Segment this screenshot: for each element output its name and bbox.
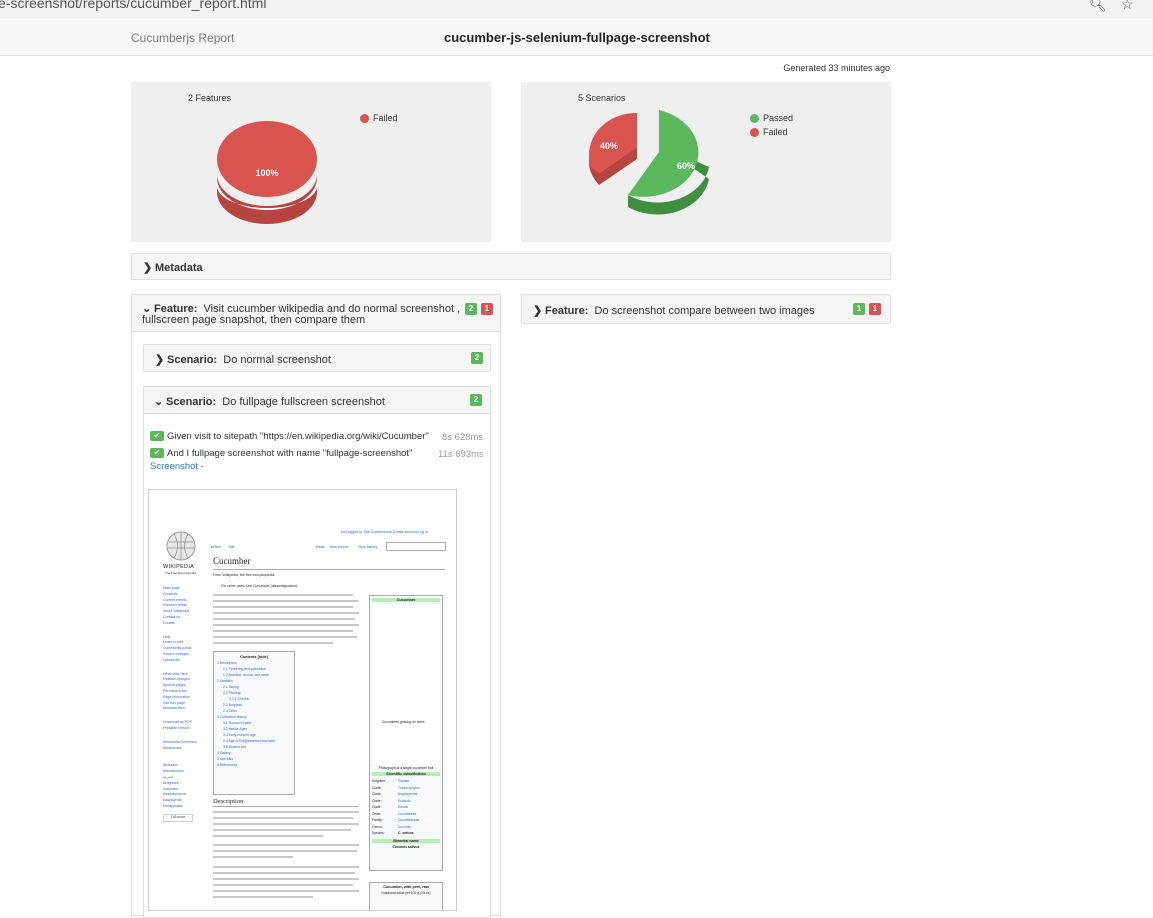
wiki-nav-list[interactable]: Main page Contents Current events Random ar… xyxy=(163,586,197,810)
step-row: ✔ Given visit to sitepath "https://en.wik… xyxy=(150,431,429,442)
passed-count-badge: 1 xyxy=(853,303,865,315)
wiki-action-read[interactable]: Read xyxy=(316,545,325,549)
cucumber-photo: Cucumbers growing on vines xyxy=(372,604,440,764)
fullpage-screenshot-image[interactable]: WIKIPEDIA The Free Encyclopedia Not logg… xyxy=(148,489,457,911)
step-duration: 8s 628ms xyxy=(442,432,484,443)
failed-dot-icon xyxy=(750,127,759,137)
features-pie-chart: 100% xyxy=(217,121,317,224)
wiki-infobox: Cucumber Cucumbers growing on vines Phot… xyxy=(369,595,443,871)
features-legend: Failed xyxy=(360,111,398,125)
scenarios-legend: Passed Failed xyxy=(750,111,793,139)
scenarios-pie-chart: 60% 40% xyxy=(589,110,709,215)
wiki-tab-article[interactable]: Article xyxy=(211,545,221,549)
metadata-toggle[interactable]: ❯ Metadata xyxy=(131,253,891,280)
wiki-toc: Contents [hide] 1 Description 1.1 Floweri… xyxy=(213,651,295,795)
project-title: cucumber-js-selenium-fullpage-screenshot xyxy=(444,30,710,45)
wiki-tab-talk[interactable]: Talk xyxy=(228,545,234,549)
feature-name: Do screenshot compare between two images xyxy=(594,305,815,317)
features-chart-panel: 2 Features Failed 100% xyxy=(131,82,491,242)
features-chart-title: 2 Features xyxy=(188,93,232,103)
failed-count-badge: 1 xyxy=(869,303,881,315)
scenarios-chart-title: 5 Scenarios xyxy=(578,93,626,103)
step-row: ✔ And I fullpage screenshot with name "fu… xyxy=(150,448,412,459)
wiki-more-languages-button[interactable]: 145 more xyxy=(163,813,193,822)
passed-count-badge: 2 xyxy=(470,394,482,406)
wiki-nutrition-box: Cucumber, with peel, raw Nutritional val… xyxy=(369,882,443,910)
wiki-action-history[interactable]: View history xyxy=(358,545,377,549)
chevron-right-icon: ❯ xyxy=(155,354,165,366)
wiki-article-title: Cucumber xyxy=(213,556,251,566)
screenshot-link[interactable]: Screenshot - xyxy=(150,461,204,472)
failed-dot-icon xyxy=(360,113,369,123)
legend-item-failed[interactable]: Failed xyxy=(750,125,793,139)
scenario-name: Do fullpage fullscreen screenshot xyxy=(222,396,385,408)
url-text[interactable]: e-screenshot/reports/cucumber_report.htm… xyxy=(0,0,266,11)
scenario-normal-screenshot[interactable]: ❯ Scenario: Do normal screenshot 2 xyxy=(143,344,491,372)
wiki-sidebar: Main page Contents Current events Random ar… xyxy=(163,586,197,822)
passed-dot-icon xyxy=(750,113,759,123)
scenarios-chart-panel: 5 Scenarios Passed Failed 60% 40% xyxy=(521,82,891,242)
wiki-search-input[interactable] xyxy=(386,542,446,551)
pie-label-failed: 100% xyxy=(255,168,278,178)
scenario-2-header[interactable]: ⌄ Scenario: Do fullpage fullscreen screen… xyxy=(144,387,490,414)
failed-count-badge: 1 xyxy=(481,303,493,315)
chevron-right-icon: ❯ xyxy=(143,262,153,274)
step-duration: 11s 693ms xyxy=(438,449,484,460)
zoom-icon[interactable]: 🔍︎ xyxy=(1089,0,1107,13)
wiki-logo-text: WIKIPEDIA xyxy=(163,564,195,570)
report-navbar: Cucumberjs Report cucumber-js-selenium-f… xyxy=(0,20,1153,56)
wiki-section-heading: Description xyxy=(213,798,244,805)
wikipedia-globe-icon xyxy=(166,531,196,561)
chevron-right-icon: ❯ xyxy=(533,305,543,317)
feature-1-header[interactable]: ⌄ Feature: Visit cucumber wikipedia and d… xyxy=(132,295,500,332)
pie-label-failed: 40% xyxy=(600,141,618,151)
legend-item-failed[interactable]: Failed xyxy=(360,111,398,125)
passed-count-badge: 2 xyxy=(471,352,483,364)
legend-item-passed[interactable]: Passed xyxy=(750,111,793,125)
passed-count-badge: 2 xyxy=(465,303,477,315)
generated-timestamp: Generated 33 minutes ago xyxy=(783,63,890,73)
pie-slice-failed[interactable] xyxy=(217,121,317,197)
feature-panel-2[interactable]: ❯ Feature: Do screenshot compare between … xyxy=(521,294,891,324)
bookmark-star-icon[interactable]: ☆ xyxy=(1121,0,1134,13)
wiki-user-links[interactable]: Not logged in Talk Contributions Create … xyxy=(341,530,428,534)
wiki-action-source[interactable]: View source xyxy=(329,545,349,549)
pie-slice-passed[interactable] xyxy=(628,110,699,197)
scenario-name: Do normal screenshot xyxy=(223,354,331,366)
check-icon: ✔ xyxy=(150,448,164,459)
brand-link[interactable]: Cucumberjs Report xyxy=(131,31,234,45)
pie-label-passed: 60% xyxy=(677,161,695,171)
chevron-down-icon: ⌄ xyxy=(154,396,164,408)
browser-address-bar[interactable]: e-screenshot/reports/cucumber_report.htm… xyxy=(0,0,1153,19)
check-icon: ✔ xyxy=(150,431,164,442)
